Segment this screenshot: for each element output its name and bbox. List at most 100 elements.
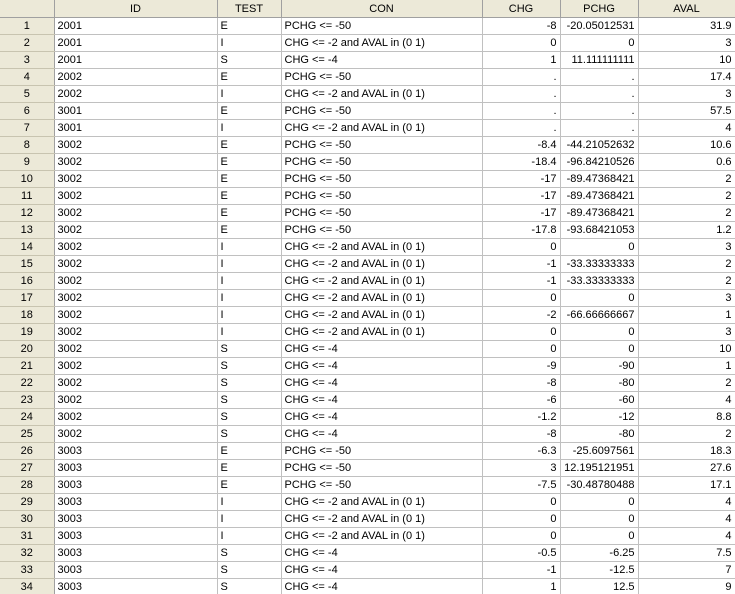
cell-aval[interactable]: 4	[638, 527, 735, 545]
cell-con[interactable]: CHG <= -2 and AVAL in (0 1)	[281, 510, 483, 528]
cell-con[interactable]: CHG <= -4	[281, 374, 483, 392]
cell-pchg[interactable]: 0	[560, 289, 639, 307]
cell-test[interactable]: S	[217, 391, 282, 409]
cell-chg[interactable]: -6.3	[482, 442, 561, 460]
cell-chg[interactable]: -7.5	[482, 476, 561, 494]
table-row[interactable]: 22 3002 S CHG <= -4 -8 -80 2	[0, 374, 735, 392]
cell-test[interactable]: I	[217, 255, 282, 273]
cell-con[interactable]: CHG <= -2 and AVAL in (0 1)	[281, 255, 483, 273]
cell-aval[interactable]: 4	[638, 119, 735, 137]
cell-pchg[interactable]: .	[560, 85, 639, 103]
cell-aval[interactable]: 7	[638, 561, 735, 579]
cell-con[interactable]: PCHG <= -50	[281, 153, 483, 171]
table-row[interactable]: 30 3003 I CHG <= -2 and AVAL in (0 1) 0 0 4	[0, 510, 735, 528]
cell-id[interactable]: 3003	[54, 476, 218, 494]
cell-test[interactable]: E	[217, 153, 282, 171]
cell-aval[interactable]: 17.4	[638, 68, 735, 86]
cell-aval[interactable]: 2	[638, 187, 735, 205]
table-row[interactable]: 9 3002 E PCHG <= -50 -18.4 -96.84210526 0.6	[0, 153, 735, 171]
cell-chg[interactable]: -8	[482, 425, 561, 443]
row-number-cell[interactable]: 6	[0, 102, 55, 120]
cell-con[interactable]: CHG <= -2 and AVAL in (0 1)	[281, 238, 483, 256]
row-number-cell[interactable]: 18	[0, 306, 55, 324]
table-row[interactable]: 10 3002 E PCHG <= -50 -17 -89.47368421 2	[0, 170, 735, 188]
cell-chg[interactable]: 0	[482, 34, 561, 52]
cell-aval[interactable]: 2	[638, 255, 735, 273]
cell-pchg[interactable]: -66.66666667	[560, 306, 639, 324]
cell-id[interactable]: 2001	[54, 17, 218, 35]
table-row[interactable]: 11 3002 E PCHG <= -50 -17 -89.47368421 2	[0, 187, 735, 205]
row-number-cell[interactable]: 1	[0, 17, 55, 35]
cell-test[interactable]: I	[217, 323, 282, 341]
row-number-cell[interactable]: 27	[0, 459, 55, 477]
row-number-cell[interactable]: 13	[0, 221, 55, 239]
row-number-cell[interactable]: 33	[0, 561, 55, 579]
cell-chg[interactable]: -9	[482, 357, 561, 375]
row-number-cell[interactable]: 12	[0, 204, 55, 222]
column-header-aval[interactable]: AVAL	[638, 0, 735, 18]
cell-chg[interactable]: 0	[482, 493, 561, 511]
cell-pchg[interactable]: -44.21052632	[560, 136, 639, 154]
cell-id[interactable]: 3003	[54, 578, 218, 594]
cell-con[interactable]: CHG <= -4	[281, 408, 483, 426]
cell-aval[interactable]: 1	[638, 306, 735, 324]
cell-id[interactable]: 3002	[54, 170, 218, 188]
column-header-id[interactable]: ID	[54, 0, 218, 18]
cell-chg[interactable]: -8	[482, 17, 561, 35]
cell-pchg[interactable]: -89.47368421	[560, 170, 639, 188]
cell-id[interactable]: 3002	[54, 306, 218, 324]
cell-aval[interactable]: 10	[638, 51, 735, 69]
cell-test[interactable]: S	[217, 544, 282, 562]
cell-id[interactable]: 3002	[54, 221, 218, 239]
cell-id[interactable]: 3003	[54, 493, 218, 511]
cell-pchg[interactable]: 0	[560, 493, 639, 511]
table-row[interactable]: 12 3002 E PCHG <= -50 -17 -89.47368421 2	[0, 204, 735, 222]
table-row[interactable]: 19 3002 I CHG <= -2 and AVAL in (0 1) 0 0 3	[0, 323, 735, 341]
cell-aval[interactable]: 2	[638, 272, 735, 290]
cell-id[interactable]: 3003	[54, 459, 218, 477]
table-row[interactable]: 20 3002 S CHG <= -4 0 0 10	[0, 340, 735, 358]
cell-id[interactable]: 3002	[54, 238, 218, 256]
cell-pchg[interactable]: -12.5	[560, 561, 639, 579]
cell-con[interactable]: CHG <= -2 and AVAL in (0 1)	[281, 272, 483, 290]
column-header-pchg[interactable]: PCHG	[560, 0, 639, 18]
table-row[interactable]: 15 3002 I CHG <= -2 and AVAL in (0 1) -1 -33.…	[0, 255, 735, 273]
cell-con[interactable]: CHG <= -2 and AVAL in (0 1)	[281, 306, 483, 324]
row-number-cell[interactable]: 15	[0, 255, 55, 273]
cell-pchg[interactable]: -80	[560, 374, 639, 392]
cell-test[interactable]: I	[217, 527, 282, 545]
cell-id[interactable]: 2001	[54, 51, 218, 69]
cell-test[interactable]: E	[217, 68, 282, 86]
table-row[interactable]: 6 3001 E PCHG <= -50.. 57.5	[0, 102, 735, 120]
cell-con[interactable]: CHG <= -4	[281, 357, 483, 375]
row-number-cell[interactable]: 26	[0, 442, 55, 460]
cell-chg[interactable]: -1.2	[482, 408, 561, 426]
cell-pchg[interactable]: 11.111111111	[560, 51, 639, 69]
cell-con[interactable]: CHG <= -2 and AVAL in (0 1)	[281, 289, 483, 307]
cell-id[interactable]: 3003	[54, 561, 218, 579]
cell-id[interactable]: 2002	[54, 68, 218, 86]
table-row[interactable]: 31 3003 I CHG <= -2 and AVAL in (0 1) 0 0 4	[0, 527, 735, 545]
cell-test[interactable]: I	[217, 493, 282, 511]
cell-pchg[interactable]: -20.05012531	[560, 17, 639, 35]
cell-chg[interactable]: .	[482, 68, 561, 86]
cell-pchg[interactable]: -33.33333333	[560, 255, 639, 273]
cell-chg[interactable]: .	[482, 102, 561, 120]
table-row[interactable]: 27 3003 E PCHG <= -50 3 12.195121951 27.6	[0, 459, 735, 477]
cell-pchg[interactable]: .	[560, 102, 639, 120]
table-row[interactable]: 33 3003 S CHG <= -4 -1 -12.5 7	[0, 561, 735, 579]
row-number-cell[interactable]: 19	[0, 323, 55, 341]
cell-aval[interactable]: 2	[638, 204, 735, 222]
cell-aval[interactable]: 1	[638, 357, 735, 375]
table-row[interactable]: 26 3003 E PCHG <= -50 -6.3 -25.6097561 18.3	[0, 442, 735, 460]
cell-id[interactable]: 3003	[54, 510, 218, 528]
cell-chg[interactable]: 1	[482, 578, 561, 594]
cell-test[interactable]: E	[217, 442, 282, 460]
cell-aval[interactable]: 4	[638, 391, 735, 409]
cell-pchg[interactable]: 12.195121951	[560, 459, 639, 477]
cell-test[interactable]: S	[217, 374, 282, 392]
cell-pchg[interactable]: -93.68421053	[560, 221, 639, 239]
row-number-cell[interactable]: 23	[0, 391, 55, 409]
cell-test[interactable]: I	[217, 272, 282, 290]
cell-pchg[interactable]: .	[560, 68, 639, 86]
